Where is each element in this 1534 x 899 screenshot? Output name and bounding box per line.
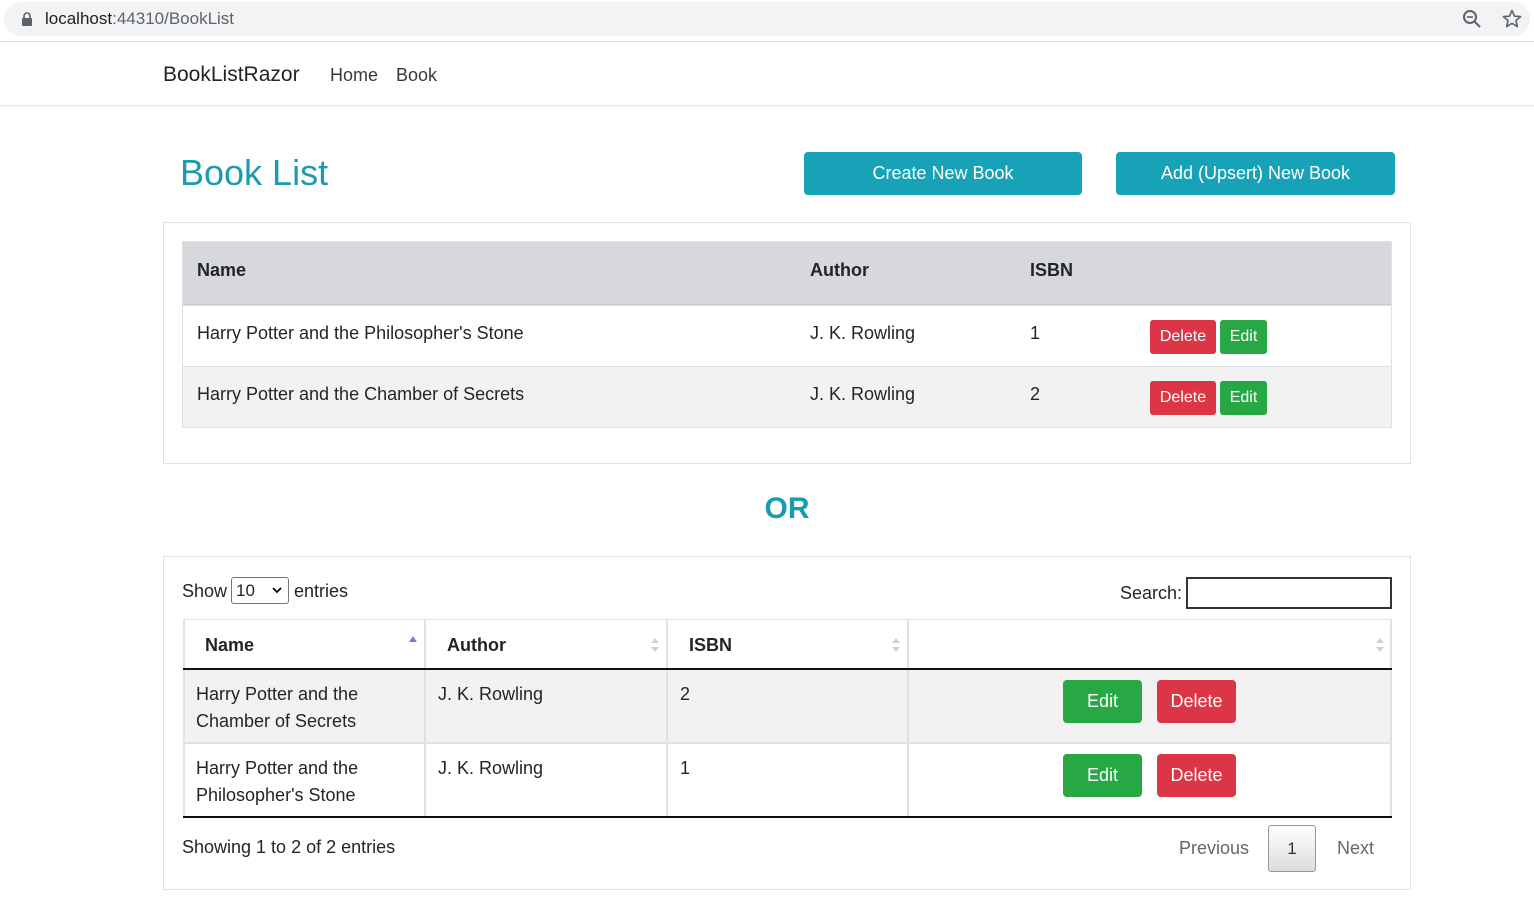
page-length-value: 10 [236, 581, 255, 600]
edit-button[interactable]: Edit [1063, 754, 1142, 797]
column-divider [666, 670, 668, 742]
edit-button[interactable]: Edit [1063, 680, 1142, 723]
pagination-page-1[interactable]: 1 [1268, 825, 1316, 872]
lock-icon[interactable] [21, 12, 33, 26]
column-divider [424, 670, 426, 742]
table-row: Harry Potter and the Chamber of Secrets … [183, 670, 1392, 744]
delete-button[interactable]: Delete [1157, 754, 1236, 797]
edit-button[interactable]: Edit [1220, 381, 1267, 415]
search-input[interactable] [1186, 577, 1392, 609]
upsert-new-book-button[interactable]: Add (Upsert) New Book [1116, 152, 1395, 195]
create-new-book-button[interactable]: Create New Book [804, 152, 1082, 195]
page-length-select[interactable]: 10 [231, 577, 289, 604]
delete-button[interactable]: Delete [1157, 680, 1236, 723]
column-divider [666, 744, 668, 816]
cell-isbn: 1 [1030, 323, 1041, 343]
cell-isbn: 2 [1030, 384, 1041, 404]
column-divider [907, 670, 909, 742]
cell-name: Harry Potter and the Chamber of Secrets [196, 681, 358, 735]
url-text[interactable]: localhost:44310/BookList [45, 9, 234, 29]
delete-button[interactable]: Delete [1150, 381, 1216, 415]
pagination-previous[interactable]: Previous [1179, 838, 1249, 859]
page-title: Book List [180, 152, 329, 193]
column-header-isbn: ISBN [1030, 260, 1074, 280]
column-header-author[interactable]: Author [447, 635, 506, 656]
nav-link-book[interactable]: Book [396, 65, 437, 86]
pagination-next[interactable]: Next [1337, 838, 1374, 859]
cell-name: Harry Potter and the Philosopher's Stone [196, 755, 358, 809]
show-label: Show [182, 581, 228, 601]
cell-author: J. K. Rowling [438, 684, 544, 704]
cell-author: J. K. Rowling [438, 758, 544, 778]
book-list-panel: Name Author ISBN Harry Potter and the Ph… [163, 222, 1411, 464]
navbar-brand[interactable]: BookListRazor [163, 63, 300, 87]
cell-name-line: Harry Potter and the [196, 684, 359, 704]
search-label: Search: [1120, 583, 1183, 603]
column-divider [424, 620, 426, 668]
sort-icon[interactable] [891, 636, 901, 654]
cell-isbn: 2 [680, 684, 691, 704]
column-divider [1390, 670, 1392, 742]
cell-name: Harry Potter and the Chamber of Secrets [197, 384, 525, 404]
datatable-panel: Show 10 entries Search: Name Author ISBN [163, 556, 1411, 890]
url-path: :44310/BookList [112, 9, 235, 28]
cell-name-line: Philosopher's Stone [196, 785, 356, 805]
column-divider [183, 620, 185, 668]
sort-icon[interactable] [1375, 636, 1385, 654]
cell-name-line: Chamber of Secrets [196, 711, 357, 731]
column-header-author: Author [810, 260, 869, 280]
column-divider [907, 620, 909, 668]
book-table: Name Author ISBN Harry Potter and the Ph… [182, 241, 1392, 428]
delete-button[interactable]: Delete [1150, 320, 1216, 354]
url-host: localhost [45, 9, 113, 28]
or-separator: OR [764, 492, 810, 525]
sort-icon[interactable] [650, 636, 660, 654]
browser-toolbar: localhost:44310/BookList [0, 0, 1534, 42]
column-divider [424, 744, 426, 816]
address-bar[interactable]: localhost:44310/BookList [4, 2, 1530, 36]
column-header-name: Name [197, 260, 247, 280]
datatable: Name Author ISBN Harry Potter and the Ch… [183, 619, 1392, 818]
edit-button[interactable]: Edit [1220, 320, 1267, 354]
sort-asc-icon[interactable] [408, 634, 418, 652]
table-row: Harry Potter and the Chamber of Secrets … [183, 366, 1391, 427]
column-header-isbn[interactable]: ISBN [689, 635, 732, 656]
cell-name: Harry Potter and the Philosopher's Stone [197, 323, 524, 343]
column-divider [1390, 744, 1392, 816]
column-divider [183, 744, 185, 816]
cell-author: J. K. Rowling [810, 323, 916, 343]
navbar: BookListRazor Home Book [0, 43, 1534, 106]
nav-link-home[interactable]: Home [330, 65, 378, 86]
bookmark-star-icon[interactable] [1502, 9, 1522, 29]
column-divider [666, 620, 668, 668]
cell-author: J. K. Rowling [810, 384, 916, 404]
table-info: Showing 1 to 2 of 2 entries [182, 837, 396, 857]
table-header: Name Author ISBN [183, 242, 1391, 305]
column-header-name[interactable]: Name [205, 635, 254, 656]
table-row: Harry Potter and the Philosopher's Stone… [183, 305, 1391, 366]
column-divider [183, 670, 185, 742]
chevron-down-icon [272, 587, 282, 594]
table-row: Harry Potter and the Philosopher's Stone… [183, 744, 1392, 818]
datatable-header: Name Author ISBN [183, 619, 1392, 670]
cell-isbn: 1 [680, 758, 691, 778]
column-divider [907, 744, 909, 816]
zoom-icon[interactable] [1462, 9, 1482, 29]
column-divider [1390, 620, 1392, 668]
entries-label: entries [294, 581, 349, 601]
cell-name-line: Harry Potter and the [196, 758, 359, 778]
